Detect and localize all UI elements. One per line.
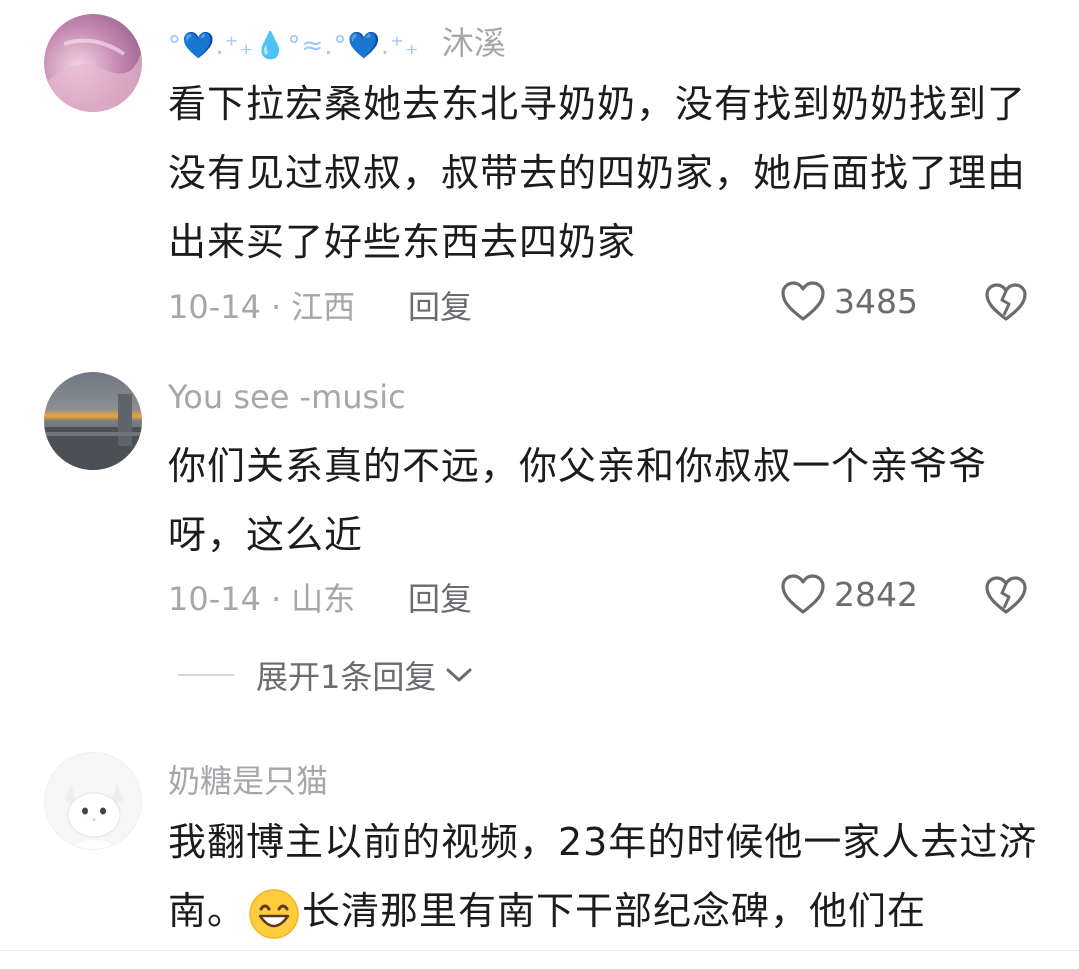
comment-location: 山东 (291, 580, 355, 618)
comment-location: 江西 (291, 288, 355, 326)
comment-text: 我翻博主以前的视频，23年的时候他一家人去过济南。 长清那里有南下干部纪念碑，他… (168, 808, 1038, 946)
white-cat-avatar-icon (45, 753, 142, 850)
meta-separator: · (271, 288, 281, 326)
broken-heart-icon (984, 282, 1028, 322)
bottom-divider (0, 950, 1079, 951)
like-count: 2842 (834, 575, 918, 614)
heart-icon (780, 280, 826, 322)
avatar[interactable] (44, 372, 142, 470)
comment-meta: 10-14 · 山东 (168, 574, 355, 620)
broken-heart-icon (984, 575, 1028, 615)
comment-date: 10-14 (168, 288, 261, 326)
reply-button[interactable]: 回复 (408, 282, 472, 328)
avatar[interactable] (44, 752, 142, 850)
like-count: 3485 (834, 282, 918, 321)
comment-text: 你们关系真的不远，你父亲和你叔叔一个亲爷爷呀，这么近 (168, 432, 1038, 570)
username[interactable]: 奶糖是只猫 (168, 756, 328, 802)
comment-text: 看下拉宏桑她去东北寻奶奶，没有找到奶奶找到了没有见过叔叔，叔带去的四奶家，她后面… (168, 70, 1038, 277)
expand-replies-label: 展开1条回复 (256, 652, 436, 698)
username[interactable]: You see -music (168, 378, 406, 416)
meta-separator: · (271, 580, 281, 618)
dislike-button[interactable] (984, 282, 1028, 326)
sunset-landscape-avatar-icon (44, 372, 142, 470)
username-text: 沐溪 (442, 24, 506, 62)
divider-line (178, 674, 234, 676)
expand-replies-button[interactable]: 展开1条回复 (178, 652, 474, 698)
heart-icon (780, 573, 826, 615)
username[interactable]: °💙.⁺₊💧°≈.°💙.⁺₊ 沐溪 (168, 18, 506, 64)
like-button[interactable]: 3485 (780, 280, 918, 322)
comment-meta: 10-14 · 江西 (168, 282, 355, 328)
comment-date: 10-14 (168, 580, 261, 618)
pink-abstract-avatar-icon (44, 14, 142, 112)
chevron-down-icon (444, 665, 474, 685)
like-button[interactable]: 2842 (780, 573, 918, 615)
reply-button[interactable]: 回复 (408, 574, 472, 620)
username-decoration: °💙.⁺₊💧°≈.°💙.⁺₊ (168, 31, 420, 61)
dislike-button[interactable] (984, 575, 1028, 619)
grinning-face-emoji-icon (248, 888, 300, 940)
avatar[interactable] (44, 14, 142, 112)
comment-text-part2: 长清那里有南下干部纪念碑，他们在 (302, 889, 926, 933)
